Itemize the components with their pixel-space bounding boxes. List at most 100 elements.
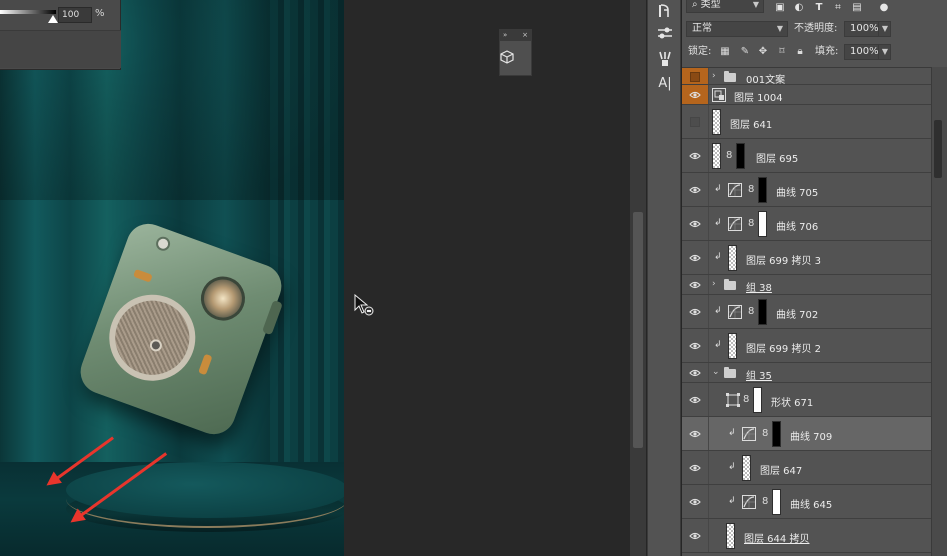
layer-row[interactable]: 8 形状 671	[682, 383, 931, 417]
chevron-down-icon[interactable]: ⌄	[712, 367, 720, 377]
layers-list[interactable]: › 001文案 图层 1004 图层 641 8 图层 695 ↲ 8 曲线 705 ↲ 8 曲线 7…	[682, 67, 947, 556]
layer-name[interactable]: 曲线 709	[790, 428, 832, 443]
pixel-filter-icon[interactable]: ▣	[774, 2, 786, 14]
slider-thumb[interactable]	[48, 15, 58, 23]
lock-pixels-icon[interactable]: ▦	[719, 46, 731, 58]
layer-name[interactable]: 图层 699 拷贝 3	[746, 252, 821, 267]
link-icon[interactable]: 8	[762, 429, 768, 439]
lock-all-icon[interactable]: 🔒︎	[794, 46, 806, 58]
layer-name[interactable]: 形状 671	[771, 394, 813, 409]
layer-row[interactable]: ↲ 图层 647	[682, 451, 931, 485]
layer-row[interactable]: ↲ 8 曲线 702	[682, 295, 931, 329]
eye-icon[interactable]	[686, 451, 704, 484]
gradient-slider[interactable]	[0, 10, 56, 14]
layer-row[interactable]: 图层 1004	[682, 85, 931, 105]
layer-name[interactable]: 曲线 705	[776, 184, 818, 199]
layer-mask-thumbnail[interactable]	[736, 143, 745, 169]
link-icon[interactable]: 8	[748, 185, 754, 195]
layer-row[interactable]: 8 图层 695	[682, 139, 931, 173]
layer-name[interactable]: 图层 647	[760, 462, 802, 477]
value-input[interactable]: 100	[58, 7, 92, 23]
eye-icon[interactable]	[686, 275, 704, 294]
fill-dropdown[interactable]: ▼	[878, 44, 891, 60]
layer-thumbnail[interactable]	[742, 455, 751, 481]
chevron-right-icon[interactable]: ›	[712, 71, 716, 81]
layer-name[interactable]: 001文案	[746, 71, 785, 86]
layer-name[interactable]: 组 35	[746, 367, 772, 382]
layer-row[interactable]: ↲ 8 曲线 706	[682, 207, 931, 241]
link-icon[interactable]: 8	[726, 151, 732, 161]
layer-thumbnail[interactable]	[728, 333, 737, 359]
layer-name[interactable]: 图层 641	[730, 116, 772, 131]
lock-position-icon[interactable]: ✥	[757, 46, 769, 58]
layer-thumbnail[interactable]	[728, 245, 737, 271]
3d-cube-icon[interactable]	[500, 50, 514, 64]
link-icon[interactable]: 8	[748, 307, 754, 317]
close-icon[interactable]: ×	[522, 30, 528, 41]
layer-row[interactable]: › 001文案	[682, 68, 931, 86]
layer-name[interactable]: 组 38	[746, 279, 772, 294]
character-icon[interactable]: A|	[656, 74, 674, 92]
smart-object-filter-icon[interactable]: ▤	[851, 2, 863, 14]
link-icon[interactable]: 8	[743, 395, 749, 405]
eye-icon[interactable]	[686, 485, 704, 518]
layer-name[interactable]: 图层 695	[756, 150, 798, 165]
blend-mode-select[interactable]: 正常 ▼	[686, 21, 788, 37]
shape-filter-icon[interactable]: ⌗	[832, 2, 844, 14]
eye-icon[interactable]	[686, 519, 704, 552]
layer-mask-thumbnail[interactable]	[758, 177, 767, 203]
layer-name[interactable]: 图层 699 拷贝 2	[746, 340, 821, 355]
adjustment-filter-icon[interactable]: ◐	[793, 2, 805, 14]
layer-mask-thumbnail[interactable]	[758, 211, 767, 237]
layer-mask-thumbnail[interactable]	[758, 299, 767, 325]
eye-icon[interactable]	[686, 383, 704, 416]
document-canvas[interactable]: 100 %	[0, 0, 344, 556]
layer-row[interactable]: 图层 641	[682, 105, 931, 139]
layer-name[interactable]: 图层 1004	[734, 89, 783, 104]
eye-icon[interactable]	[686, 295, 704, 328]
eye-icon[interactable]	[686, 85, 704, 104]
layer-row[interactable]: › 组 38	[682, 275, 931, 295]
layer-mask-thumbnail[interactable]	[753, 387, 762, 413]
eye-icon[interactable]	[686, 363, 704, 382]
layer-name[interactable]: 曲线 706	[776, 218, 818, 233]
layer-name[interactable]: 图层 644 拷贝	[744, 530, 809, 545]
filter-kind-select[interactable]: ⌕ 类型 ▼	[686, 0, 764, 13]
canvas-scrollbar-thumb[interactable]	[633, 212, 643, 448]
eye-icon[interactable]	[686, 139, 704, 172]
lock-image-icon[interactable]: ✎	[739, 46, 751, 58]
visibility-toggle[interactable]	[690, 117, 700, 127]
link-icon[interactable]: 8	[762, 497, 768, 507]
layer-row[interactable]: ↲ 图层 699 拷贝 3	[682, 241, 931, 275]
layer-name[interactable]: 曲线 702	[776, 306, 818, 321]
brush-presets-icon[interactable]	[656, 50, 674, 68]
layer-thumbnail[interactable]	[726, 523, 735, 549]
filter-toggle-icon[interactable]: ●	[878, 2, 890, 14]
layer-row[interactable]: ⌄ 组 35	[682, 363, 931, 383]
eye-icon[interactable]	[686, 329, 704, 362]
layer-row[interactable]: ↲ 8 曲线 645	[682, 485, 931, 519]
chevron-right-icon[interactable]: ›	[712, 279, 716, 289]
eye-icon[interactable]	[686, 241, 704, 274]
layer-thumbnail[interactable]	[712, 109, 721, 135]
layer-thumbnail[interactable]	[712, 143, 721, 169]
eye-icon[interactable]	[686, 173, 704, 206]
layer-row[interactable]: 图层 644 拷贝	[682, 519, 931, 553]
visibility-toggle[interactable]	[690, 71, 700, 82]
layer-row[interactable]: ↲ 图层 699 拷贝 2	[682, 329, 931, 363]
link-icon[interactable]: 8	[748, 219, 754, 229]
layers-scrollbar-thumb[interactable]	[934, 120, 942, 178]
eye-icon[interactable]	[686, 417, 704, 450]
expand-icon[interactable]: »	[503, 30, 507, 41]
type-filter-icon[interactable]: T	[813, 2, 825, 14]
layer-row[interactable]: ↲ 8 曲线 705	[682, 173, 931, 207]
opacity-dropdown[interactable]: ▼	[878, 21, 891, 37]
lock-artboard-icon[interactable]: ⌑	[776, 46, 788, 58]
adjust-sliders-icon[interactable]	[656, 24, 674, 42]
layer-name[interactable]: 曲线 645	[790, 496, 832, 511]
eye-icon[interactable]	[686, 207, 704, 240]
layer-mask-thumbnail[interactable]	[772, 421, 781, 447]
floating-panel[interactable]: » ×	[499, 29, 532, 76]
history-brush-icon[interactable]	[656, 2, 674, 20]
layer-mask-thumbnail[interactable]	[772, 489, 781, 515]
